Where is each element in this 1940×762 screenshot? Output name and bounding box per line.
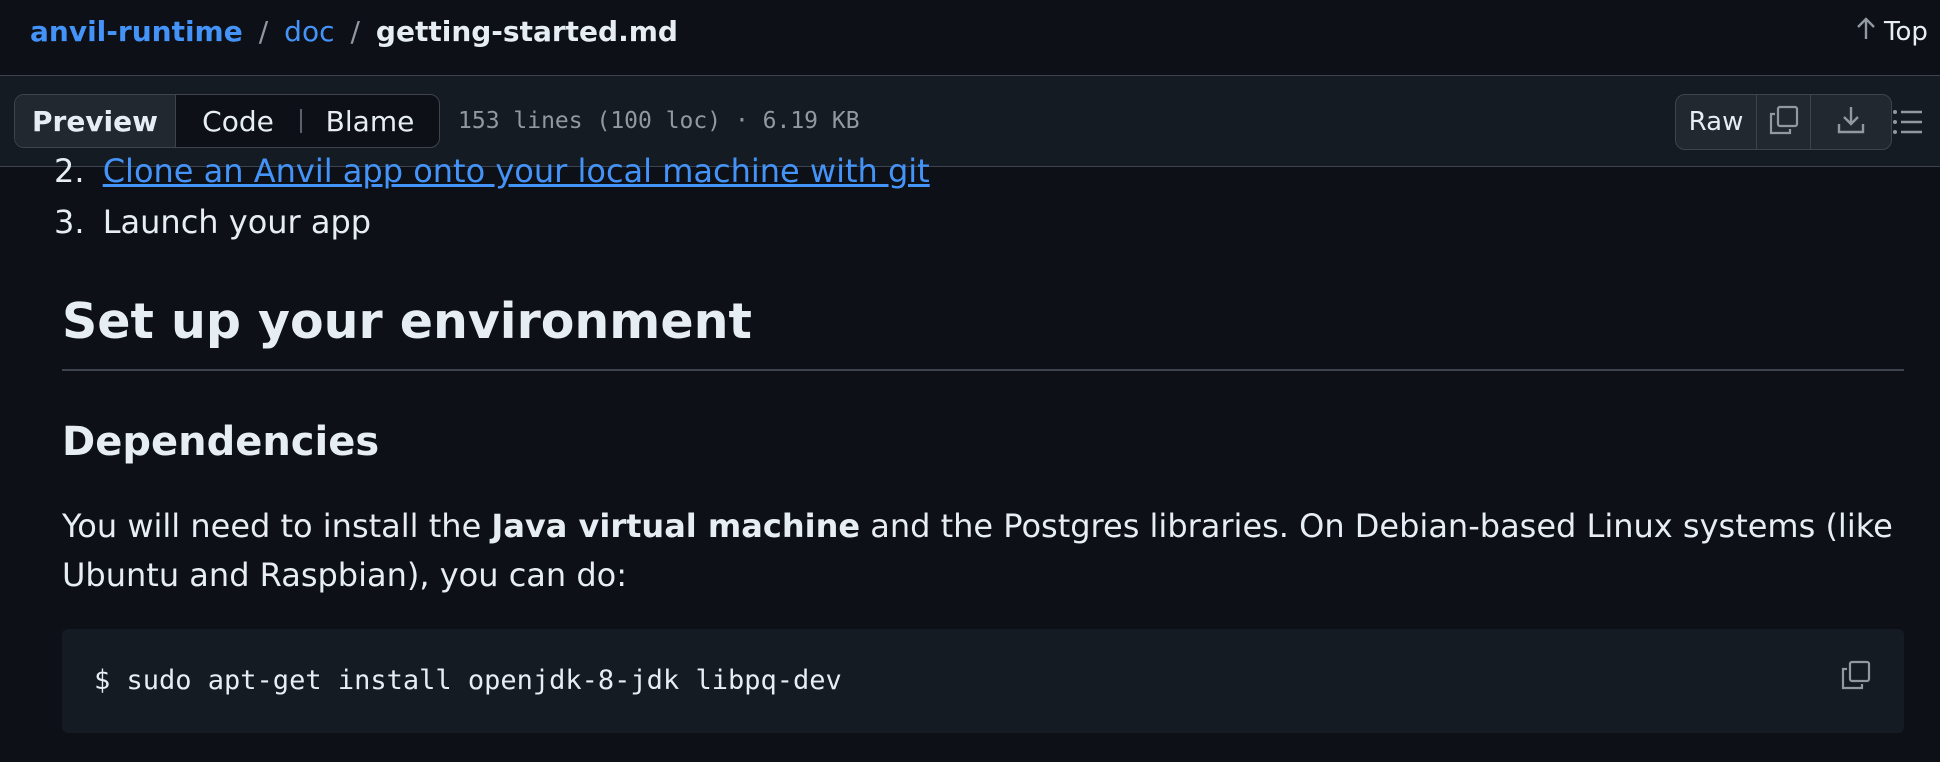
heading-dependencies: Dependencies bbox=[62, 419, 380, 465]
list-unordered-icon bbox=[1892, 108, 1924, 140]
file-header: anvil-runtime / doc / getting-started.md… bbox=[0, 0, 1940, 76]
raw-button[interactable]: Raw bbox=[1676, 95, 1757, 149]
top-link-label: Top bbox=[1884, 17, 1928, 47]
file-info: 153 lines (100 loc) · 6.19 KB bbox=[458, 108, 860, 134]
list-item: 3. Launch your app bbox=[54, 202, 372, 242]
heading-set-up-environment: Set up your environment bbox=[62, 293, 752, 350]
breadcrumb-current-file: getting-started.md bbox=[375, 15, 678, 48]
breadcrumb-repo-link[interactable]: anvil-runtime bbox=[30, 14, 243, 50]
tab-code[interactable]: Code bbox=[176, 95, 300, 147]
code-block: $ sudo apt-get install openjdk-8-jdk lib… bbox=[62, 629, 1904, 733]
list-item: 2. Clone an Anvil app onto your local ma… bbox=[54, 151, 930, 191]
clone-app-link[interactable]: Clone an Anvil app onto your local machi… bbox=[103, 152, 930, 190]
breadcrumb: anvil-runtime / doc / getting-started.md bbox=[30, 14, 678, 50]
copy-icon bbox=[1768, 104, 1800, 140]
copy-raw-button[interactable] bbox=[1757, 95, 1811, 149]
download-button[interactable] bbox=[1811, 95, 1890, 149]
breadcrumb-folder-link[interactable]: doc bbox=[284, 14, 334, 50]
markdown-body: 2. Clone an Anvil app onto your local ma… bbox=[0, 152, 1940, 762]
view-mode-switcher: Preview Code Blame bbox=[14, 94, 440, 148]
list-item-number: 2. bbox=[54, 152, 85, 190]
copy-code-icon bbox=[1840, 659, 1872, 695]
paragraph-text: You will need to install the bbox=[62, 507, 492, 545]
heading-divider bbox=[62, 369, 1904, 371]
outline-button[interactable] bbox=[1888, 104, 1928, 144]
arrow-up-icon bbox=[1856, 14, 1876, 50]
file-actions: Raw bbox=[1675, 94, 1892, 150]
copy-code-button[interactable] bbox=[1838, 659, 1874, 695]
tab-preview[interactable]: Preview bbox=[15, 95, 176, 147]
list-item-text: Launch your app bbox=[102, 203, 372, 241]
breadcrumb-separator: / bbox=[258, 15, 269, 48]
list-item-number: 3. bbox=[54, 203, 85, 241]
dependencies-paragraph: You will need to install the Java virtua… bbox=[62, 502, 1904, 600]
tab-blame[interactable]: Blame bbox=[302, 95, 438, 147]
breadcrumb-separator: / bbox=[350, 15, 360, 48]
paragraph-bold-text: Java virtual machine bbox=[491, 507, 861, 545]
top-link[interactable]: Top bbox=[1856, 14, 1928, 50]
download-icon bbox=[1835, 104, 1867, 140]
code-text[interactable]: $ sudo apt-get install openjdk-8-jdk lib… bbox=[94, 663, 842, 699]
